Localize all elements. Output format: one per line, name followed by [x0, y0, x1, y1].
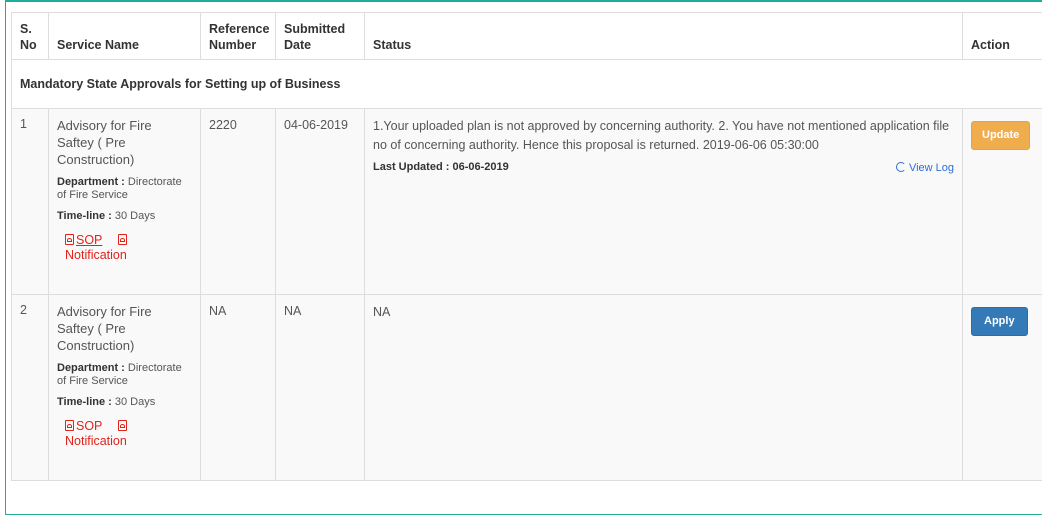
department-label: Department : — [57, 362, 125, 374]
service-name: Advisory for Fire Saftey ( Pre Construct… — [57, 118, 152, 167]
row-service-cell: Advisory for Fire Saftey ( Pre Construct… — [48, 294, 201, 481]
status-text: 1.Your uploaded plan is not approved by … — [373, 119, 950, 152]
sop-link[interactable]: SOP — [65, 233, 102, 247]
header-service-name: Service Name — [48, 12, 201, 60]
pdf-icon — [65, 234, 74, 245]
header-status: Status — [364, 12, 963, 60]
department-info: Department : Directorate of Fire Service — [57, 362, 192, 388]
last-updated-label: Last Updated : — [373, 161, 450, 173]
status-text: NA — [373, 305, 391, 319]
services-table: S. No Service Name Reference Number Subm… — [11, 12, 1042, 481]
row-submitted-date: NA — [275, 294, 365, 481]
sop-link[interactable]: SOP — [65, 419, 102, 433]
timeline-value: 30 Days — [114, 396, 156, 408]
row-status-cell: NA — [364, 294, 963, 481]
row-service-cell: Advisory for Fire Saftey ( Pre Construct… — [48, 108, 201, 295]
row-reference: 2220 — [200, 108, 276, 295]
row-action-cell: Apply — [962, 294, 1042, 481]
group-row: Mandatory State Approvals for Setting up… — [11, 59, 1042, 109]
apply-button[interactable]: Apply — [971, 307, 1028, 336]
header-submitted-date: Submitted Date — [275, 12, 365, 60]
view-log-link[interactable]: View Log — [895, 161, 954, 174]
department-label: Department : — [57, 176, 125, 188]
timeline-label: Time-line : — [57, 396, 112, 408]
group-title: Mandatory State Approvals for Setting up… — [11, 59, 1042, 109]
timeline-label: Time-line : — [57, 210, 112, 222]
row-sno: 2 — [11, 294, 49, 481]
pdf-icon — [65, 420, 74, 431]
timeline-info: Time-line : 30 Days — [57, 396, 192, 409]
document-links: SOP Notification — [57, 233, 192, 263]
row-submitted-date: 04-06-2019 — [275, 108, 365, 295]
pdf-icon — [118, 420, 128, 431]
table-row: 2 Advisory for Fire Saftey ( Pre Constru… — [11, 294, 1042, 481]
pdf-icon — [118, 234, 128, 245]
service-name: Advisory for Fire Saftey ( Pre Construct… — [57, 304, 152, 353]
row-sno: 1 — [11, 108, 49, 295]
document-links: SOP Notification — [57, 419, 192, 449]
timeline-value: 30 Days — [114, 210, 156, 222]
row-reference: NA — [200, 294, 276, 481]
update-button[interactable]: Update — [971, 121, 1031, 150]
last-updated-value: 06-06-2019 — [452, 161, 509, 173]
row-action-cell: Update — [962, 108, 1042, 295]
department-info: Department : Directorate of Fire Service — [57, 176, 192, 202]
row-status-cell: 1.Your uploaded plan is not approved by … — [364, 108, 963, 295]
history-icon — [895, 162, 906, 172]
header-action: Action — [962, 12, 1042, 60]
header-sno: S. No — [11, 12, 49, 60]
table-row: 1 Advisory for Fire Saftey ( Pre Constru… — [11, 108, 1042, 295]
table-header-row: S. No Service Name Reference Number Subm… — [11, 12, 1042, 60]
status-footer: Last Updated : 06-06-2019 View Log — [373, 161, 954, 175]
header-reference-number: Reference Number — [200, 12, 276, 60]
timeline-info: Time-line : 30 Days — [57, 210, 192, 223]
